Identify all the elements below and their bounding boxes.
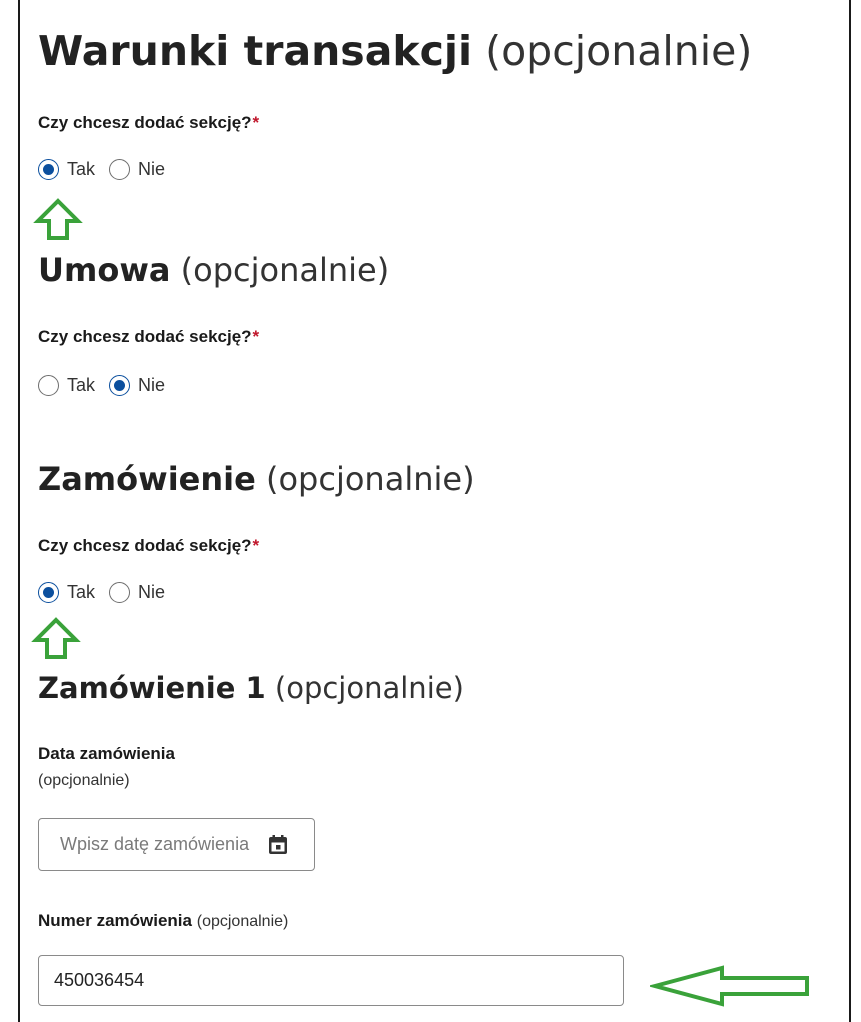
question-text: Czy chcesz dodać sekcję? (38, 113, 252, 132)
radio-nie[interactable] (109, 158, 131, 180)
required-mark: * (252, 536, 260, 555)
section-title-optional: (opcjonalnie) (180, 251, 390, 289)
radio-tak[interactable] (38, 158, 59, 180)
radio-label-nie: Nie (138, 158, 166, 179)
question-text: Czy chcesz dodać sekcję? (38, 536, 252, 555)
section-title-zamowienie: Zamówienie (opcjonalnie) (38, 463, 475, 495)
up-arrow-icon (33, 198, 83, 240)
date-field-sublabel: (opcjonalnie) (38, 772, 130, 789)
number-field-label-text: Numer zamówienia (38, 911, 192, 930)
radio-label-tak: Tak (67, 158, 96, 179)
section-title-optional: (opcjonalnie) (265, 460, 475, 498)
order-date-placeholder: Wpisz datę zamówienia (60, 834, 250, 854)
radio-tak[interactable] (38, 374, 59, 396)
radio-label-nie: Nie (138, 374, 166, 395)
radio-nie[interactable] (109, 581, 131, 603)
frame-border-right (849, 0, 851, 1022)
radio-tak[interactable] (38, 581, 59, 603)
date-field-label-text: Data zamówienia (38, 744, 175, 763)
section-title-strong: Zamówienie (38, 460, 256, 498)
number-field-label: Numer zamówienia (opcjonalnie) (38, 911, 288, 931)
order-number-value: 450036454 (54, 970, 145, 990)
required-mark: * (252, 327, 260, 346)
calendar-icon[interactable] (267, 834, 289, 856)
radio-group-zamowienie: Tak Nie (38, 580, 179, 604)
order-number-input[interactable]: 450036454 (38, 955, 624, 1006)
section-title-strong: Zamówienie 1 (38, 671, 266, 705)
radio-label-tak: Tak (67, 581, 96, 602)
radio-label-nie: Nie (138, 581, 166, 602)
question-text: Czy chcesz dodać sekcję? (38, 327, 252, 346)
radio-group-umowa: Tak Nie (38, 373, 179, 397)
section-title-optional: (opcjonalnie) (485, 27, 753, 75)
section-title-optional: (opcjonalnie) (274, 671, 464, 705)
question-label-umowa: Czy chcesz dodać sekcję?* (38, 327, 259, 347)
required-mark: * (252, 113, 260, 132)
radio-label-tak: Tak (67, 374, 96, 395)
section-title-zamowienie-1: Zamówienie 1 (opcjonalnie) (38, 674, 464, 703)
order-date-input[interactable]: Wpisz datę zamówienia (38, 818, 315, 871)
question-label-warunki: Czy chcesz dodać sekcję?* (38, 113, 259, 133)
section-title-strong: Umowa (38, 251, 171, 289)
section-title-warunki: Warunki transakcji (opcjonalnie) (38, 31, 752, 72)
question-label-zamowienie: Czy chcesz dodać sekcję?* (38, 536, 259, 556)
number-field-label-optional: (opcjonalnie) (196, 913, 289, 930)
section-title-strong: Warunki transakcji (38, 27, 473, 75)
up-arrow-icon (31, 617, 81, 659)
frame-border-left (18, 0, 20, 1022)
radio-group-warunki: Tak Nie (38, 157, 179, 181)
date-field-label: Data zamówienia (38, 744, 175, 764)
radio-nie[interactable] (109, 374, 131, 396)
left-arrow-icon (650, 965, 809, 1007)
section-title-umowa: Umowa (opcjonalnie) (38, 254, 389, 286)
